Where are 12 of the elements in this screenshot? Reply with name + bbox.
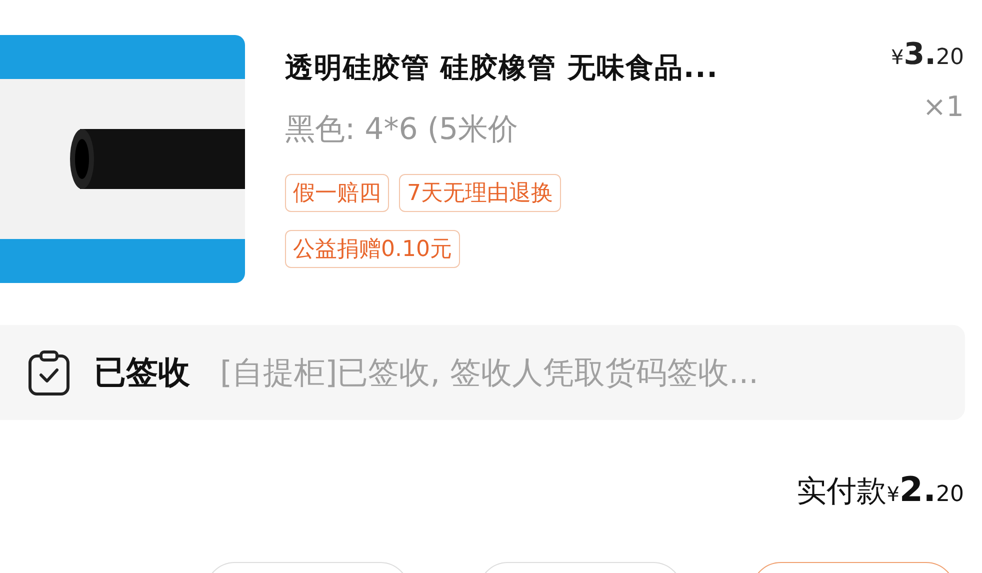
unit-price: ¥3.20: [890, 37, 964, 72]
service-tag: 公益捐赠0.10元: [285, 230, 460, 268]
clipboard-check-icon: [28, 350, 70, 396]
service-tag: 7天无理由退换: [399, 174, 561, 212]
product-title[interactable]: 透明硅胶管 硅胶橡管 无味食品...: [285, 49, 844, 87]
delivery-message: [自提柜]已签收, 签收人凭取货码签收...: [220, 354, 758, 392]
logistics-bar[interactable]: 已签收 [自提柜]已签收, 签收人凭取货码签收...: [0, 325, 965, 420]
amount-paid: 实付款¥2.20: [796, 470, 965, 512]
quantity: ×1: [922, 90, 964, 123]
service-tag: 假一赔四: [285, 174, 389, 212]
delivery-status: 已签收: [94, 352, 190, 392]
product-variant: 黑色: 4*6 (5米价: [285, 111, 520, 149]
